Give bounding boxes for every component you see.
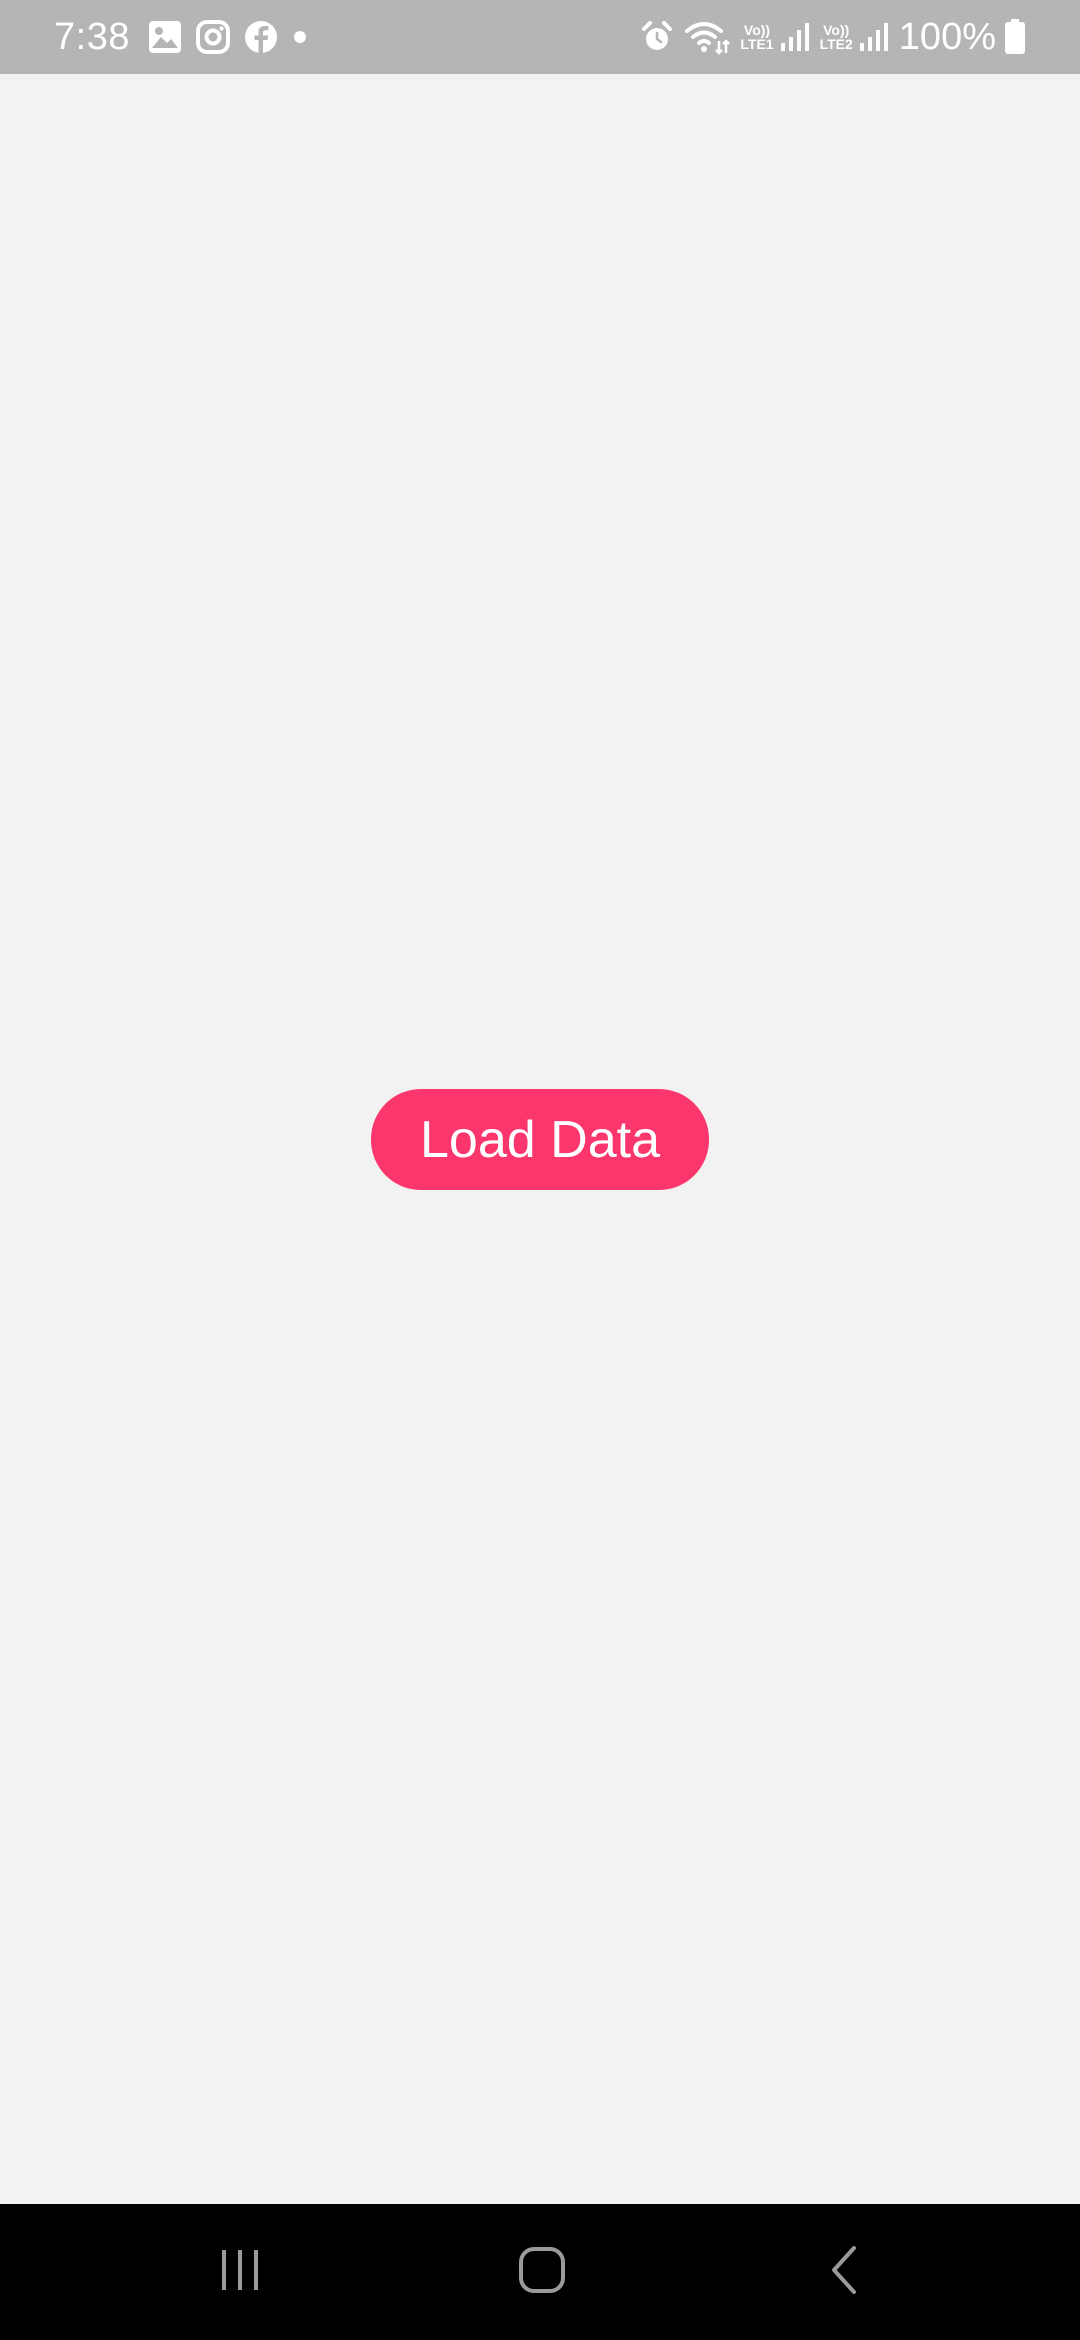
signal-icon bbox=[859, 21, 889, 53]
alarm-icon bbox=[640, 20, 674, 54]
sim2-lte-text: LTE2 bbox=[819, 36, 853, 52]
facebook-icon bbox=[244, 20, 278, 54]
gallery-icon bbox=[148, 20, 182, 54]
home-button[interactable] bbox=[462, 2204, 622, 2340]
back-button[interactable] bbox=[764, 2204, 924, 2340]
sim1-network-label: Vo)) LTE1 bbox=[740, 23, 773, 51]
main-content: Load Data bbox=[0, 74, 1080, 2204]
navigation-bar bbox=[0, 2204, 1080, 2340]
notification-dot-icon bbox=[292, 29, 308, 45]
sim1-volte-text: Vo)) bbox=[743, 22, 771, 38]
back-icon bbox=[820, 2245, 868, 2299]
home-icon bbox=[518, 2246, 566, 2299]
sim2-network-label: Vo)) LTE2 bbox=[820, 23, 853, 51]
status-left: 7:38 bbox=[54, 0, 322, 74]
status-bar: 7:38 Vo)) LTE1 Vo)) LTE2 100% bbox=[0, 0, 1080, 74]
recent-apps-icon bbox=[216, 2246, 264, 2299]
recent-apps-button[interactable] bbox=[160, 2204, 320, 2340]
status-time: 7:38 bbox=[54, 15, 130, 58]
status-right: Vo)) LTE1 Vo)) LTE2 100% bbox=[640, 0, 1026, 74]
signal-icon bbox=[780, 21, 810, 53]
battery-percentage: 100% bbox=[898, 15, 996, 58]
sim2-volte-text: Vo)) bbox=[823, 22, 850, 38]
sim1-lte-text: LTE1 bbox=[740, 36, 774, 52]
instagram-icon bbox=[195, 20, 230, 54]
battery-icon bbox=[1004, 19, 1026, 55]
load-data-button[interactable]: Load Data bbox=[371, 1089, 709, 1190]
wifi-icon bbox=[684, 19, 731, 55]
